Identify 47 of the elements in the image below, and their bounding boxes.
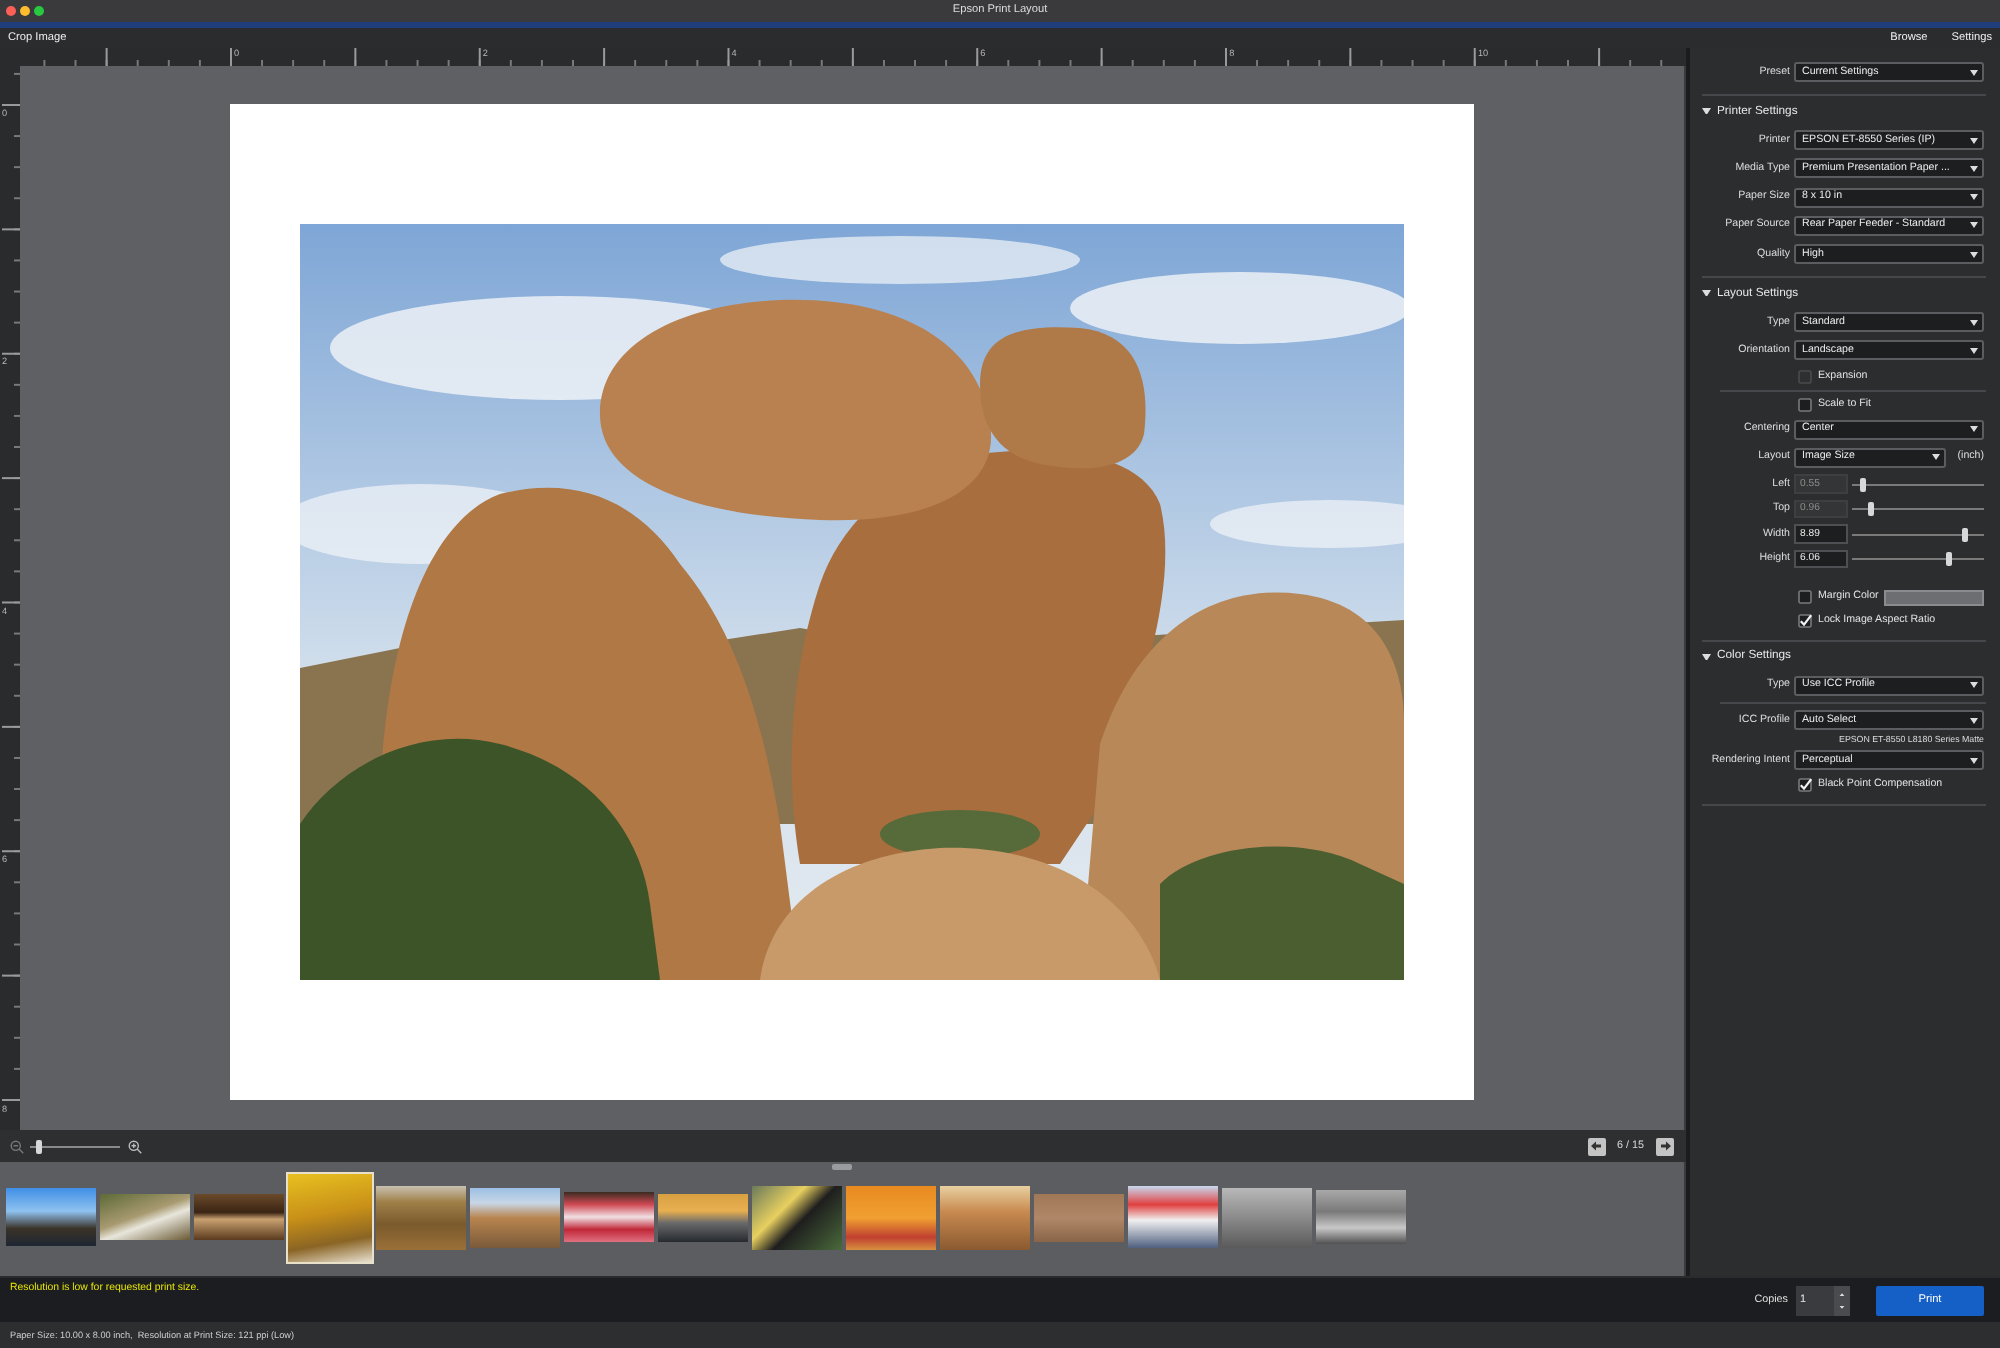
zoom-in-icon[interactable] <box>128 1139 142 1153</box>
thumbnail-photo[interactable] <box>940 1185 1030 1249</box>
thumbnail-photo[interactable] <box>846 1185 936 1249</box>
checkbox[interactable] <box>1798 613 1812 628</box>
thumbnail-photo[interactable] <box>1222 1187 1312 1247</box>
thumbnail-photo[interactable] <box>1316 1190 1406 1244</box>
caret-icon <box>1970 682 1978 689</box>
thumbnail-photo[interactable] <box>194 1194 284 1240</box>
right-arrow-icon <box>1659 1140 1671 1152</box>
slider-thumb[interactable] <box>35 1139 42 1153</box>
thumbnail-photo[interactable] <box>1128 1186 1218 1248</box>
caret-icon <box>1970 426 1978 433</box>
stepper-icon[interactable] <box>1834 1285 1850 1315</box>
maximize-icon[interactable] <box>33 5 44 17</box>
minimize-icon[interactable] <box>19 5 30 17</box>
slider-thumb[interactable] <box>1962 527 1969 542</box>
thumbnail-photo[interactable] <box>1034 1193 1124 1241</box>
thumbnail-photo[interactable] <box>564 1192 654 1242</box>
previous-button[interactable] <box>1587 1137 1605 1155</box>
thumbnail-photo[interactable] <box>288 1173 372 1261</box>
caret-icon <box>1970 757 1978 764</box>
color-swatch-icon[interactable] <box>1884 589 1984 606</box>
caret-icon <box>1970 222 1978 229</box>
checkbox[interactable] <box>1798 397 1812 411</box>
thumbnail-photo[interactable] <box>658 1193 748 1241</box>
caret-icon <box>1932 454 1940 461</box>
thumbnail-photo[interactable] <box>100 1194 190 1240</box>
caret-icon <box>1970 251 1978 258</box>
checkbox[interactable] <box>1798 778 1812 793</box>
slider-thumb[interactable] <box>1946 552 1953 567</box>
thumbnail-photo[interactable] <box>376 1185 466 1249</box>
caret-icon <box>1970 194 1978 201</box>
thumbnail-photo[interactable] <box>752 1185 842 1249</box>
thumbnail-photo[interactable] <box>470 1187 560 1247</box>
caret-icon <box>1970 69 1978 76</box>
caret-icon <box>1970 717 1978 724</box>
caret-icon <box>1970 319 1978 326</box>
caret-icon <box>1970 165 1978 172</box>
splitter-handle-icon[interactable] <box>832 1164 852 1170</box>
close-icon[interactable] <box>5 5 16 17</box>
left-arrow-icon <box>1590 1140 1602 1152</box>
caret-icon <box>1970 347 1978 354</box>
next-button[interactable] <box>1656 1137 1674 1155</box>
checkbox[interactable] <box>1798 590 1812 605</box>
thumbnail-photo[interactable] <box>6 1188 96 1246</box>
zoom-out-icon[interactable] <box>10 1139 24 1153</box>
caret-icon <box>1970 137 1978 144</box>
